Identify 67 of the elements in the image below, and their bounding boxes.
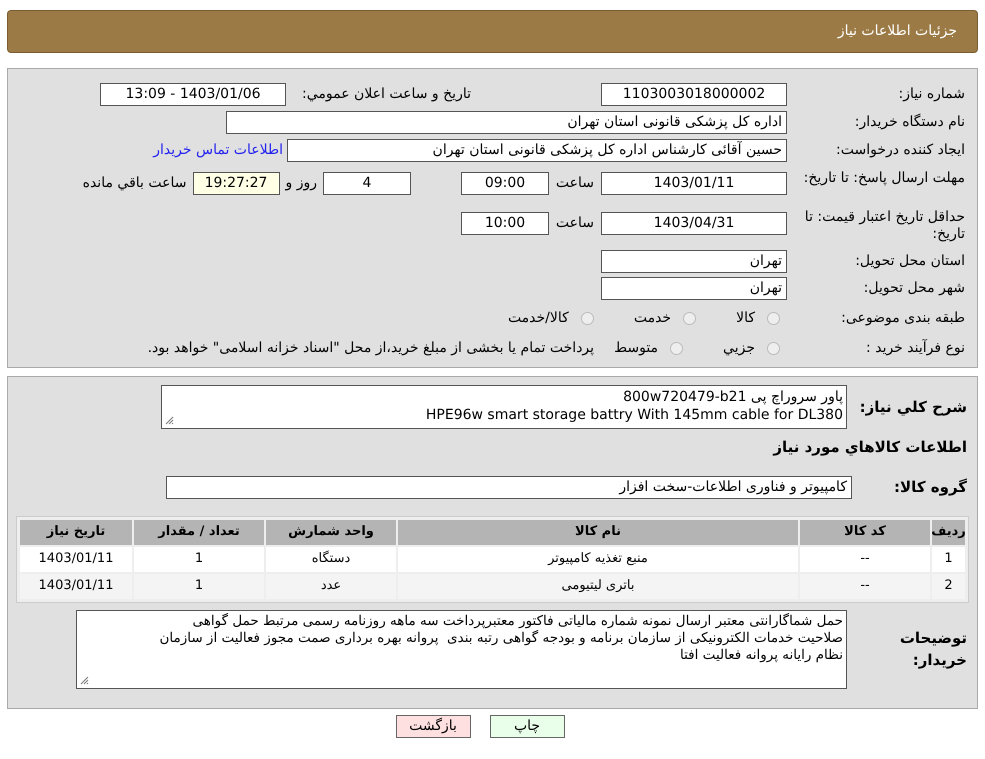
resize-grip-icon[interactable] xyxy=(165,416,174,425)
table-cell: 1 xyxy=(134,546,264,572)
column-header: واحد شمارش xyxy=(266,520,396,544)
notes-field[interactable]: حمل شماگارانتی معتبر ارسال نمونه شماره مالیاتی فاکتور معتبرپرداخت سه ماهه روزنامه رسمی مرتبط حمل گواهی صلاحیت خدمات الکترونیکی از سازمان برنامه و بودجه گواهی رتبه بندی پروانه بهره برداری صمت مجوز فعالیت از سازمان نظام رایانه پروانه فعالیت افتا xyxy=(76,610,847,688)
field-label: شرح کلي نياز: xyxy=(858,396,967,418)
text-field[interactable]: 1403/04/31 xyxy=(601,212,787,235)
field-label: توضيحات خريدار: xyxy=(898,628,967,671)
field-label: ساعت xyxy=(556,174,594,193)
column-header: تعداد / مقدار xyxy=(134,520,264,544)
text-field[interactable]: کامپیوتر و فناوری اطلاعات-سخت افزار xyxy=(166,476,852,498)
radio-label: متوسط xyxy=(614,338,658,358)
print-button[interactable]: چاپ xyxy=(490,715,564,738)
field-label: استان محل تحويل: xyxy=(854,252,965,270)
text-field[interactable]: 10:00 xyxy=(461,212,549,235)
field-label: گروه کالا: xyxy=(893,476,967,498)
table-cell: عدد xyxy=(266,574,396,598)
field-label: طبقه بندی موضوعی: xyxy=(840,310,965,326)
table-cell: 2 xyxy=(932,574,965,598)
radio-label: کالا xyxy=(736,308,755,328)
radio-label: کالا/خدمت xyxy=(508,308,569,328)
table-cell: 1403/01/11 xyxy=(20,574,132,598)
field-label: تاريخ و ساعت اعلان عمومي: xyxy=(301,85,471,104)
text-field[interactable]: 1103003018000002 xyxy=(601,83,787,106)
table-cell: باتری لیتیومی xyxy=(398,574,798,598)
radio-label: جزيي xyxy=(723,338,755,358)
column-header: تاريخ نياز xyxy=(20,520,132,544)
field-label: مهلت ارسال پاسخ: تا تاريخ: xyxy=(802,169,965,187)
radio-button[interactable] xyxy=(580,312,594,324)
radio-button[interactable] xyxy=(767,342,780,354)
column-header: نام کالا xyxy=(398,520,798,544)
contact-link[interactable]: اطلاعات تماس خريدار xyxy=(153,140,283,161)
field-label: نوع فرآيند خريد : xyxy=(865,340,965,356)
table-cell: دستگاه xyxy=(266,546,396,572)
field-label: نام دستگاه خريدار: xyxy=(854,114,965,131)
text-field[interactable]: 19:27:27 xyxy=(192,172,280,195)
radio-label: خدمت xyxy=(634,308,672,328)
radio-button[interactable] xyxy=(683,312,696,324)
column-header: کد کالا xyxy=(800,520,930,544)
field-label: ايجاد کننده درخواست: xyxy=(835,142,965,159)
back-button[interactable]: بازگشت xyxy=(396,715,470,738)
payment-note: پرداخت تمام یا بخشی از مبلغ خرید،از محل "اسناد خزانه اسلامی" خواهد بود. xyxy=(148,338,594,358)
table-cell: -- xyxy=(800,546,930,572)
radio-button[interactable] xyxy=(767,312,780,324)
field-label: ساعت xyxy=(556,214,594,233)
table-cell: 1 xyxy=(932,546,965,572)
field-label: حداقل تاريخ اعتبار قيمت: تا تاريخ: xyxy=(804,208,965,243)
field-label: روز و xyxy=(286,174,317,193)
text-field[interactable]: 4 xyxy=(323,172,411,195)
field-label: ساعت باقي مانده xyxy=(82,174,186,193)
field-label: شهر محل تحويل: xyxy=(862,280,965,296)
field-label: شماره نياز: xyxy=(898,86,965,103)
text-field[interactable]: تهران xyxy=(601,250,787,272)
radio-button[interactable] xyxy=(670,342,684,354)
text-field[interactable]: 1403/01/11 xyxy=(601,172,787,195)
table-cell: -- xyxy=(800,574,930,598)
text-field[interactable]: 1403/01/06 - 13:09 xyxy=(100,83,286,106)
table-cell: 1403/01/11 xyxy=(20,546,132,572)
column-header: رديف xyxy=(932,520,965,544)
text-field[interactable]: اداره کل پزشکی قانونی استان تهران xyxy=(226,111,787,134)
table-cell: منبع تغذیه کامپیوتر xyxy=(398,546,798,572)
page-title: جزئیات اطلاعات نیاز xyxy=(838,22,957,41)
section-heading: اطلاعات کالاهاي مورد نياز xyxy=(772,437,967,458)
text-field[interactable]: 09:00 xyxy=(461,172,549,195)
text-field[interactable]: تهران xyxy=(601,276,787,300)
table-cell: 1 xyxy=(134,574,264,598)
text-field[interactable]: حسین آقائی کارشناس اداره کل پزشکی قانونی استان تهران xyxy=(287,139,787,162)
resize-grip-icon[interactable] xyxy=(80,676,89,684)
